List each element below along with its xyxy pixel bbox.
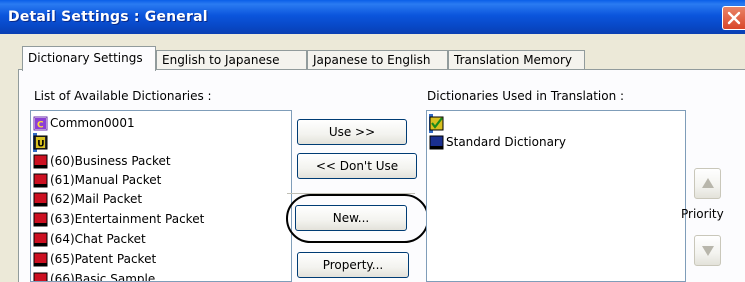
book-icon <box>33 272 48 281</box>
list-item-label: (66)Basic Sample <box>50 272 156 282</box>
property-button[interactable]: Property... <box>297 252 409 278</box>
list-item[interactable]: C Common0001 <box>33 114 135 133</box>
list-item[interactable]: Standard Dictionary <box>429 133 566 152</box>
book-icon <box>33 212 48 227</box>
list-item-label: (65)Patent Packet <box>50 252 157 266</box>
tab-dictionary-settings[interactable]: Dictionary Settings <box>22 46 156 71</box>
property-button-label: Property... <box>322 258 384 272</box>
list-item-selected[interactable]: U User dictionary0002 <box>33 133 172 152</box>
list-item[interactable]: (66)Basic Sample <box>33 270 155 281</box>
tab-english-to-japanese[interactable]: English to Japanese <box>156 50 307 70</box>
tab-label: Translation Memory <box>454 53 573 67</box>
available-dictionaries-list[interactable]: C Common0001 U User dictionary0002 (60)B… <box>30 110 292 282</box>
use-button-label: Use >> <box>328 125 376 139</box>
list-item[interactable]: (64)Chat Packet <box>33 230 146 249</box>
list-item-label: Standard Dictionary <box>446 135 566 149</box>
tab-label: English to Japanese <box>162 53 280 67</box>
book-icon <box>33 252 48 267</box>
down-arrow-icon <box>702 246 714 256</box>
tab-japanese-to-english[interactable]: Japanese to English <box>307 50 448 70</box>
used-dictionaries-label: Dictionaries Used in Translation : <box>427 89 625 103</box>
up-arrow-icon <box>702 178 714 188</box>
book-icon <box>33 232 48 247</box>
list-item[interactable]: (63)Entertainment Packet <box>33 210 204 229</box>
standard-dictionary-icon <box>429 135 444 150</box>
close-icon <box>727 11 741 25</box>
list-item-label: (62)Mail Packet <box>50 192 143 206</box>
list-item-label: (64)Chat Packet <box>50 232 146 246</box>
list-item[interactable]: (62)Mail Packet <box>33 190 142 209</box>
list-item[interactable]: (61)Manual Packet <box>33 171 161 190</box>
checked-dictionary-icon <box>429 116 444 131</box>
common-dictionary-icon: C <box>33 116 48 131</box>
close-button[interactable] <box>722 6 745 30</box>
tab-label: Japanese to English <box>313 53 431 67</box>
list-item-label: User dictionary0001 <box>446 116 568 130</box>
priority-up-button[interactable] <box>694 168 721 199</box>
list-item-label: (63)Entertainment Packet <box>50 212 205 226</box>
book-icon <box>33 192 48 207</box>
svg-text:C: C <box>37 121 44 131</box>
tab-translation-memory[interactable]: Translation Memory <box>448 50 585 70</box>
list-item[interactable]: (60)Business Packet <box>33 152 171 171</box>
available-dictionaries-label: List of Available Dictionaries : <box>34 89 212 103</box>
list-item-label: Common0001 <box>50 116 135 130</box>
list-item[interactable]: (65)Patent Packet <box>33 250 156 269</box>
list-item-label: (61)Manual Packet <box>50 173 162 187</box>
book-icon <box>33 154 48 169</box>
highlight-callout <box>286 194 429 243</box>
tab-label: Dictionary Settings <box>28 51 143 65</box>
dont-use-button[interactable]: << Don't Use <box>297 153 417 179</box>
list-item-label: (60)Business Packet <box>50 154 171 168</box>
svg-text:U: U <box>37 140 44 150</box>
use-button[interactable]: Use >> <box>297 119 407 145</box>
book-icon <box>33 173 48 188</box>
priority-label: Priority <box>681 207 724 221</box>
title-bar[interactable]: Detail Settings : General <box>0 0 745 34</box>
user-dictionary-icon: U <box>33 135 48 150</box>
window-title: Detail Settings : General <box>8 9 208 25</box>
dont-use-button-label: << Don't Use <box>315 159 399 173</box>
list-item-selected[interactable]: User dictionary0001 <box>429 114 568 133</box>
priority-down-button[interactable] <box>694 235 721 266</box>
used-dictionaries-list[interactable]: User dictionary0001 Standard Dictionary <box>426 110 686 282</box>
list-item-label: User dictionary0002 <box>50 135 172 149</box>
